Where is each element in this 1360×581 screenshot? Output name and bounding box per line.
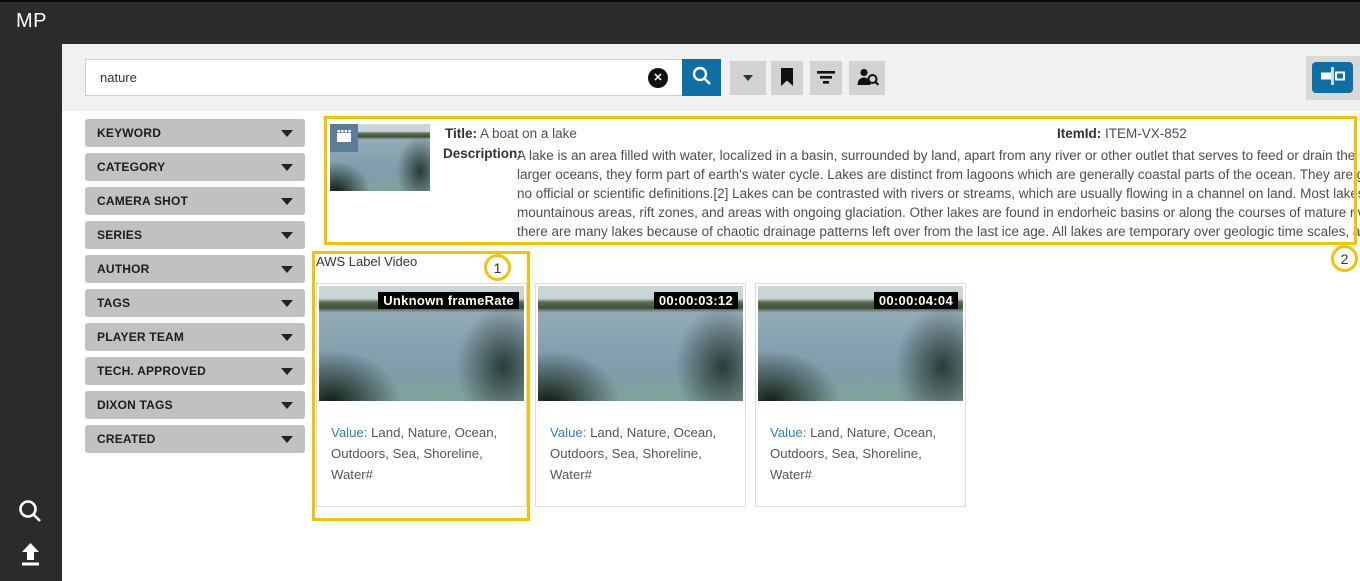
chevron-down-icon [743,75,753,81]
filter-button[interactable] [810,61,842,95]
chevron-down-icon [281,368,293,375]
search-icon [691,65,713,90]
chevron-down-icon [281,334,293,341]
video-card[interactable]: 00:00:04:04 Value: Land, Nature, Ocean, … [755,283,966,507]
timecode-badge: 00:00:04:04 [874,292,958,309]
filter-category[interactable]: CATEGORY [85,153,305,181]
chevron-down-icon [281,266,293,273]
detail-itemid: ItemId: ITEM-VX-852 [1057,126,1187,141]
filter-author[interactable]: AUTHOR [85,255,305,283]
video-thumbnail[interactable]: 00:00:03:12 [538,286,743,401]
bookmark-button[interactable] [771,61,803,95]
itemid-label: ItemId: [1057,126,1101,141]
filter-lines-icon [816,69,836,88]
bookmark-icon [779,67,795,90]
title-label: Title: [445,126,477,141]
filter-created[interactable]: CREATED [85,425,305,453]
value-label[interactable]: Value: [550,425,586,440]
upload-icon[interactable] [17,540,44,572]
search-icon[interactable] [17,498,44,530]
top-bar [0,0,1360,44]
chevron-down-icon [281,232,293,239]
app-logo[interactable]: MP [16,10,47,33]
value-label[interactable]: Value: [770,425,806,440]
filter-dixon-tags[interactable]: DIXON TAGS [85,391,305,419]
video-card[interactable]: 00:00:03:12 Value: Land, Nature, Ocean, … [535,283,746,507]
person-search-button[interactable] [849,61,885,95]
search-options-dropdown[interactable] [730,61,766,95]
chevron-down-icon [281,300,293,307]
chevron-down-icon [281,198,293,205]
video-type-badge [330,124,358,152]
filter-keyword[interactable]: KEYWORD [85,119,305,147]
search-input[interactable] [85,59,683,96]
chevron-down-icon [281,436,293,443]
itemid-value: ITEM-VX-852 [1105,126,1187,141]
film-icon [336,129,352,148]
label-values: Value: Land, Nature, Ocean, Outdoors, Se… [331,422,516,485]
description-label: Description: [443,146,522,161]
filter-camera-shot[interactable]: CAMERA SHOT [85,187,305,215]
filter-series[interactable]: SERIES [85,221,305,249]
chevron-down-icon [281,130,293,137]
video-thumbnail[interactable]: Unknown frameRate [319,286,524,401]
label-values: Value: Land, Nature, Ocean, Outdoors, Se… [550,422,735,485]
chevron-down-icon [281,164,293,171]
timecode-badge: Unknown frameRate [378,292,519,309]
filter-player-team[interactable]: PLAYER TEAM [85,323,305,351]
split-view-icon [1319,67,1346,88]
detail-title: Title: A boat on a lake [445,126,577,141]
result-group-label: AWS Label Video [316,254,417,269]
description-text: A lake is an area filled with water, loc… [517,146,1360,241]
timecode-badge: 00:00:03:12 [654,292,738,309]
person-search-icon [856,67,879,90]
video-thumbnail[interactable]: 00:00:04:04 [758,286,963,401]
search-button[interactable] [682,59,721,96]
filter-tags[interactable]: TAGS [85,289,305,317]
view-toggle-button[interactable] [1312,62,1353,93]
video-card[interactable]: Unknown frameRate Value: Land, Nature, O… [316,283,527,507]
clear-icon[interactable]: ✕ [648,68,668,88]
label-values: Value: Land, Nature, Ocean, Outdoors, Se… [770,422,955,485]
filter-tech-approved[interactable]: TECH. APPROVED [85,357,305,385]
title-value: A boat on a lake [480,126,577,141]
value-label[interactable]: Value: [331,425,367,440]
chevron-down-icon [281,402,293,409]
